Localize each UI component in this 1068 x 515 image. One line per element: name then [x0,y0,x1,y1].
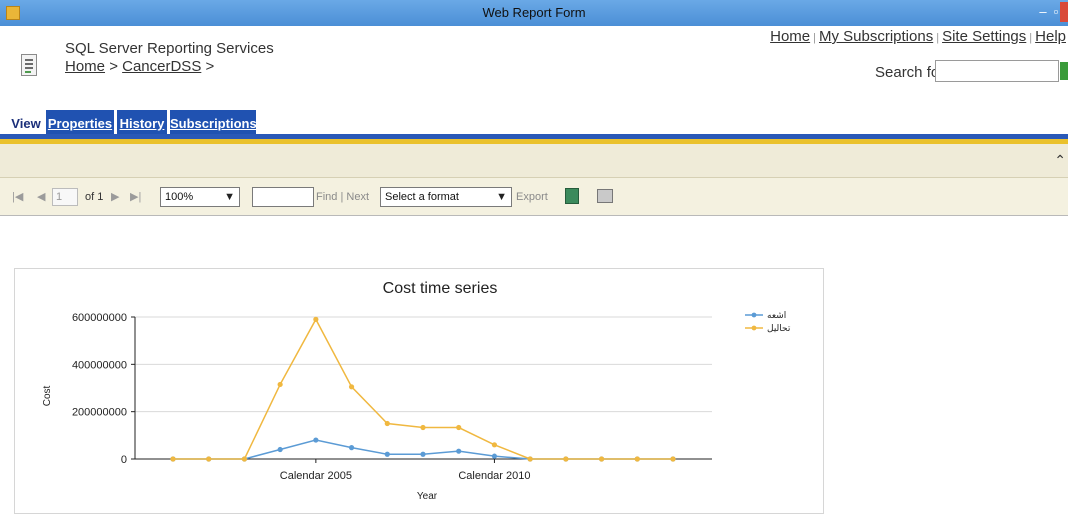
tab-view[interactable]: View [10,110,42,136]
y-tick-label: 0 [121,454,127,466]
series-2-point [241,456,248,462]
collapse-icon[interactable]: ⌃ [1054,152,1066,169]
zoom-value: 100% [165,191,194,203]
tab-properties[interactable]: Properties [46,110,114,136]
line-chart: Cost time series 0 200000000 400000000 6000… [42,280,791,502]
series-1-point [491,453,498,459]
series-2-point [206,456,212,462]
series-2-point [384,420,390,427]
breadcrumb-separator: > [109,58,118,75]
site-settings-link[interactable]: Site Settings [942,28,1026,45]
series-2-point [598,456,605,462]
previous-page-icon[interactable]: ◀ [37,190,45,203]
series-2-point [634,456,640,462]
format-value: Select a format [385,191,459,203]
x-axis-ticks: Calendar 2005 Calendar 2010 [280,459,531,482]
series-2-point [170,456,176,462]
help-link[interactable]: Help [1035,28,1066,45]
series-1-point [277,446,283,453]
find-links: Find | Next [316,191,370,203]
series-2-point [491,442,498,448]
parameters-bar: ⌃ [0,144,1068,178]
format-select[interactable]: Select a format ▼ [380,187,512,207]
series-2-point [563,456,569,462]
legend-swatch-point [751,312,757,318]
chevron-down-icon: ▼ [496,191,507,203]
series-2-point [670,456,676,462]
search-go-button[interactable] [1060,62,1068,80]
chart-container: Cost time series 0 200000000 400000000 6000… [14,268,824,514]
my-subscriptions-link[interactable]: My Subscriptions [819,28,933,45]
series-1-point [456,448,462,454]
grid [134,316,712,460]
title-bar: Web Report Form – ▫ [0,0,1068,26]
legend-label: اشعه [767,311,786,321]
minimize-button[interactable]: – [1036,2,1050,22]
x-tick-label: Calendar 2010 [458,470,530,482]
y-axis-ticks: 0 200000000 400000000 600000000 [72,312,135,466]
y-tick-label: 200000000 [72,407,127,419]
breadcrumb-home[interactable]: Home [65,58,105,75]
export-link[interactable]: Export [516,191,548,203]
find-link[interactable]: Find [316,191,337,203]
legend-swatch-point [751,325,757,331]
window-title: Web Report Form [482,5,586,20]
y-tick-label: 400000000 [72,359,127,371]
app-name: SQL Server Reporting Services [65,40,274,57]
next-link[interactable]: Next [346,191,369,203]
series-2-point [277,381,283,388]
chevron-down-icon: ▼ [224,191,235,203]
close-button[interactable] [1060,2,1068,22]
series-2-point [456,424,462,431]
page-count: of 1 [85,191,104,203]
legend: اشعه تحالیل [745,311,791,334]
refresh-icon[interactable] [565,188,579,204]
page-number-input[interactable]: 1 [52,188,78,206]
series-line-2 [173,317,673,460]
report-icon [21,54,37,76]
next-page-icon[interactable]: ▶ [111,190,119,203]
link-separator: | [813,32,816,44]
last-page-icon[interactable]: ▶| [130,190,141,203]
series-2-point [527,456,533,462]
series-1-point [348,445,355,451]
legend-label: تحالیل [767,324,791,334]
zoom-select[interactable]: 100% ▼ [160,187,240,207]
report-toolbar: |◀ ◀ 1 of 1 ▶ ▶| 100% ▼ Find | Next Sele… [0,178,1068,216]
search-input[interactable] [935,60,1059,82]
series-1-point [420,451,426,457]
series-2-point [313,316,319,322]
tab-history[interactable]: History [117,110,167,136]
breadcrumb-cancerdss[interactable]: CancerDSS [122,58,201,75]
tab-subscriptions[interactable]: Subscriptions [170,110,257,136]
series [170,316,676,462]
y-tick-label: 600000000 [72,312,127,324]
print-icon[interactable] [597,189,613,203]
first-page-icon[interactable]: |◀ [12,190,23,203]
series-1-point [313,437,319,443]
breadcrumb: Home > CancerDSS > [65,58,214,75]
series-2-point [348,384,355,390]
series-1-point [384,451,390,457]
link-separator: | [936,32,940,44]
link-separator: | [1029,32,1033,44]
top-links: Home | My Subscriptions | Site Settings | Help [770,28,1066,45]
find-input[interactable] [252,187,314,207]
breadcrumb-separator: > [205,58,215,75]
y-axis-label: Cost [42,385,53,406]
x-tick-label: Calendar 2005 [280,470,352,482]
chart-title: Cost time series [383,280,498,297]
x-axis-label: Year [417,491,438,502]
home-link[interactable]: Home [770,28,810,45]
series-2-point [420,424,426,431]
